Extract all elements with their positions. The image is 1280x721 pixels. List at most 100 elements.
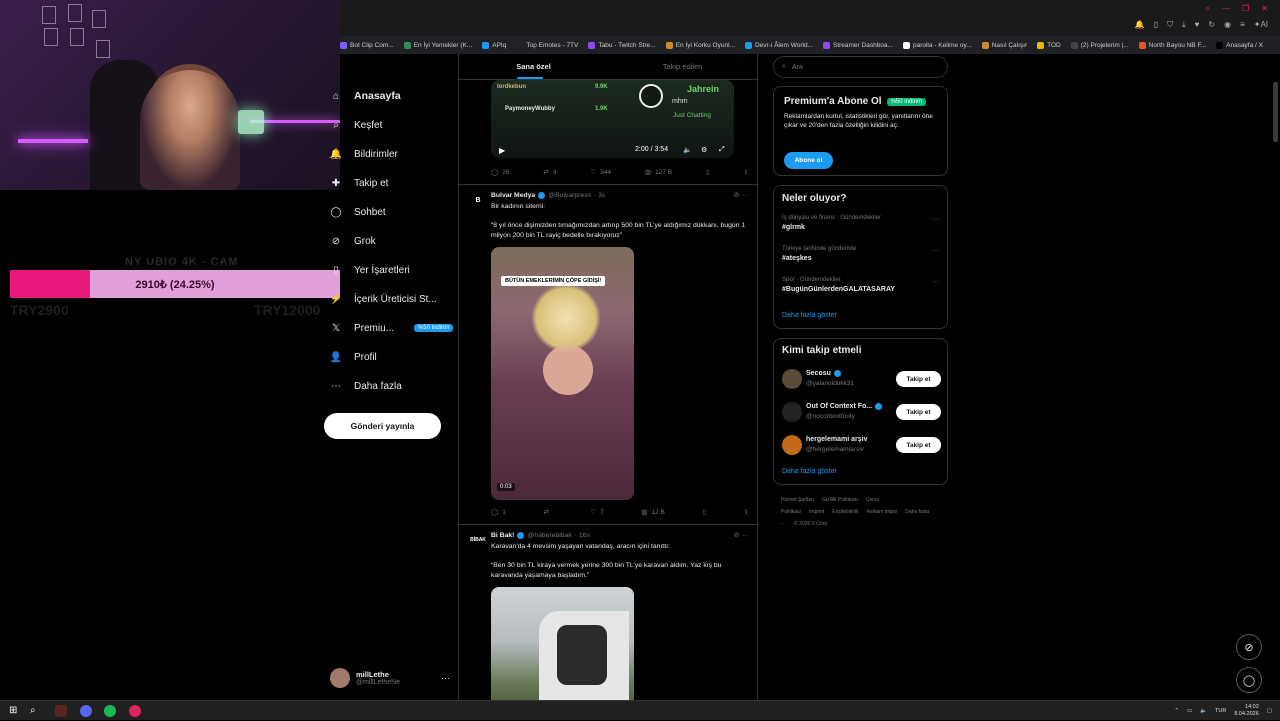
more-icon[interactable]: ··· — [932, 215, 940, 224]
subscribe-button[interactable]: Abone ol — [784, 152, 833, 169]
discord-icon[interactable] — [80, 705, 92, 717]
timeline[interactable]: Sana özel Takip edilen lordkebun 9.9K Pa… — [458, 54, 758, 700]
grok-icon[interactable]: ⊘ — [734, 531, 740, 539]
sidebar-item-search[interactable]: ⌕ Keşfet — [330, 119, 382, 131]
more-icon[interactable]: ··· — [441, 673, 450, 683]
follow-show-more[interactable]: Daha fazla göster — [782, 468, 837, 475]
tray-lang[interactable]: TUR — [1215, 708, 1226, 714]
chevron-up-icon[interactable]: ⌃ — [1174, 708, 1179, 714]
bookmark-item[interactable]: North Bayou NB F... — [1138, 41, 1206, 49]
windows-start-icon[interactable]: ⊞ — [9, 705, 21, 717]
post-button[interactable]: Gönderi yayınla — [324, 413, 441, 439]
sidebar-item-bookmark[interactable]: ▯ Yer İşaretleri — [330, 264, 410, 276]
restore-icon[interactable]: ❐ — [1242, 4, 1249, 14]
settings-icon[interactable]: ⚙ — [701, 146, 707, 154]
footer-link[interactable]: Reklam bilgisi — [866, 509, 897, 515]
trend-item[interactable]: Türkiye tarihinde gündemde #ateşkes ··· — [782, 246, 940, 262]
sidebar-item-profile[interactable]: 👤 Profil — [330, 351, 377, 363]
grok-float-button[interactable]: ⊘ — [1236, 634, 1262, 660]
tweet-avatar[interactable]: BİBAK — [468, 530, 488, 550]
bookmark-item[interactable]: parolla - Kelime oy... — [902, 41, 972, 49]
bookmark-button[interactable]: ▯ — [706, 168, 710, 176]
sidebar-item-chat[interactable]: ◯ Sohbet — [330, 206, 385, 218]
bookmark-item[interactable]: APIq — [482, 41, 506, 49]
volume-icon[interactable]: 🔈 — [683, 146, 692, 154]
spotify-icon[interactable] — [104, 705, 116, 717]
refresh-icon[interactable]: ↻ — [1208, 20, 1215, 30]
sidebar-item-grok[interactable]: ⊘ Grok — [330, 235, 376, 247]
like-button[interactable]: ♡ 344 — [590, 168, 611, 177]
minimize-icon[interactable]: — — [1222, 4, 1230, 14]
more-icon[interactable]: ··· — [742, 192, 749, 199]
notification-icon[interactable]: ▢ — [1267, 708, 1272, 714]
tweet-avatar[interactable]: B — [468, 190, 488, 210]
footer-link[interactable]: Gizlilik Politikası — [822, 497, 858, 503]
bell-icon[interactable]: 🔔 — [1135, 20, 1145, 30]
follow-button[interactable]: Takip et — [896, 404, 941, 420]
video-player[interactable]: lordkebun 9.9K PaymoneyWubby 1.9K Jahrei… — [491, 80, 734, 158]
tweet-video[interactable]: BÜTÜN EMEKLERİMİN ÇÖPE GİDİŞİ! 0:03 — [491, 247, 634, 500]
avatar-icon[interactable]: ◉ — [1224, 20, 1231, 30]
bookmark-item[interactable]: En İyi Korku Oyunl... — [665, 41, 735, 49]
tab-following[interactable]: Takip edilen — [608, 54, 757, 79]
browser-icon[interactable] — [129, 705, 141, 717]
sidebar-item-x-logo[interactable]: 𝕏 Premiu... %50 indirim — [330, 322, 454, 334]
follow-button[interactable]: Takip et — [896, 371, 941, 387]
trend-item[interactable]: Spor · Gündemdekiler #BugünGünlerdenGALAT… — [782, 277, 940, 293]
bookmark-item[interactable]: Tabu - Twitch Stre... — [588, 41, 656, 49]
avatar[interactable] — [782, 369, 802, 389]
avatar[interactable] — [782, 402, 802, 422]
window-controls[interactable]: ⌕ — ❐ ✕ — [1206, 4, 1268, 14]
bookmark-item[interactable]: Anasayfa / X — [1216, 41, 1263, 49]
more-icon[interactable]: ··· — [932, 277, 940, 286]
sidebar-item-bell[interactable]: 🔔 Bildirimler — [330, 148, 398, 160]
follow-suggestion[interactable]: Out Of Context Fo... @nocontextfooty Takip… — [782, 401, 942, 425]
network-icon[interactable]: ▭ — [1187, 708, 1192, 714]
shield-icon[interactable]: ⛉ — [1167, 20, 1173, 30]
follow-suggestion[interactable]: Secosu @yalanoldukk31 Takip et — [782, 368, 942, 392]
bookmark-icon[interactable]: ▯ — [1154, 20, 1158, 30]
bookmark-item[interactable]: Streamer Dashboa... — [822, 41, 893, 49]
account-switcher[interactable]: millLethe @millLetheNe ··· — [330, 666, 450, 690]
bookmark-item[interactable]: En İyi Yemekler (K... — [403, 41, 472, 49]
tweet-handle[interactable]: @haberebibak — [527, 532, 571, 539]
follow-suggestion[interactable]: hergelemami arşiv @hergelemamiarsiv Takip … — [782, 434, 942, 458]
trend-item[interactable]: İş dünyası ve finans · Gündemdekiler #glr… — [782, 215, 940, 231]
tweet-author[interactable]: Bi Bak! — [491, 532, 514, 539]
bookmark-item[interactable]: (2) Projelerim |... — [1070, 41, 1129, 49]
bookmark-item[interactable]: Top Emotes - 7TV — [516, 41, 578, 49]
reply-button[interactable]: ◯ 26 — [491, 168, 510, 177]
follow-button[interactable]: Takip et — [896, 437, 941, 453]
sidebar-item-home[interactable]: ⌂ Anasayfa — [330, 90, 401, 102]
footer-link[interactable]: Imprint — [809, 509, 824, 515]
tab-for-you[interactable]: Sana özel — [459, 54, 608, 79]
reply-button[interactable]: ◯ 1 — [491, 508, 506, 517]
search-input[interactable]: ⌕ Ara — [773, 56, 948, 78]
share-button[interactable]: ⇪ — [744, 508, 749, 516]
download-icon[interactable]: ⤓ — [1182, 20, 1186, 30]
sidebar-item-creator[interactable]: ⚡ İçerik Üreticisi St... — [330, 293, 437, 305]
bookmark-item[interactable]: Bot Clip Com... — [340, 41, 394, 49]
share-button[interactable]: ⇪ — [744, 168, 749, 176]
retweet-button[interactable]: ⇄ 3 — [543, 168, 556, 177]
ai-icon[interactable]: ✦AI — [1254, 20, 1268, 30]
tweet-image[interactable] — [491, 587, 634, 700]
trends-show-more[interactable]: Daha fazla göster — [782, 312, 837, 319]
scrollbar[interactable] — [1273, 82, 1278, 142]
sidebar-item-more[interactable]: ⋯ Daha fazla — [330, 380, 402, 392]
avatar[interactable] — [782, 435, 802, 455]
play-icon[interactable]: ▶ — [499, 146, 505, 155]
more-icon[interactable]: ··· — [742, 532, 749, 539]
more-icon[interactable]: ··· — [932, 246, 940, 255]
footer-link[interactable]: Erişilebilirlik — [832, 509, 858, 515]
bookmark-item[interactable]: TOD — [1037, 41, 1061, 49]
close-icon[interactable]: ✕ — [1261, 4, 1268, 14]
bookmark-item[interactable]: Nasıl Çalışır — [981, 41, 1027, 49]
bookmark-item[interactable]: Devr-i Âlem World... — [744, 41, 813, 49]
views-button[interactable]: ▥ 127 B — [645, 168, 672, 177]
search-icon[interactable]: ⌕ — [1206, 4, 1210, 14]
footer-link[interactable]: Hizmet Şartları — [781, 497, 814, 503]
bookmark-button[interactable]: ▯ — [702, 508, 706, 516]
app-icon[interactable] — [55, 705, 67, 717]
clock[interactable]: 14:02 8.04.2026 — [1234, 704, 1258, 718]
